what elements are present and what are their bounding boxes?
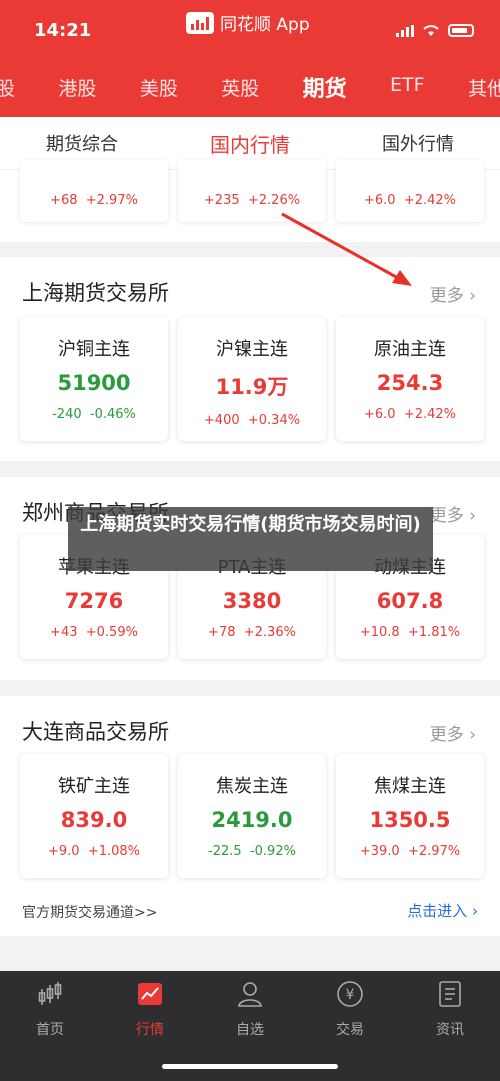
- official-channel-link[interactable]: 官方期货交易通道>>: [22, 902, 157, 922]
- chevron-right-icon: ›: [469, 725, 476, 745]
- change-value: +43: [50, 625, 78, 640]
- svg-text:¥: ¥: [346, 987, 355, 1003]
- more-label: 更多: [429, 725, 464, 745]
- quote-price: 607.8: [376, 589, 444, 613]
- more-link[interactable]: 更多 ›: [430, 501, 476, 526]
- change-value: +10.8: [359, 625, 400, 640]
- tab-trade[interactable]: ¥ 交易: [310, 979, 390, 1039]
- change-percent: +1.81%: [407, 625, 461, 640]
- candlestick-icon: [38, 982, 62, 1005]
- quote-card-dce-coke[interactable]: 焦炭主连 2419.0 -22.5 -0.92%: [178, 754, 326, 878]
- quote-price: 3380: [222, 589, 282, 613]
- chevron-right-icon: ›: [469, 506, 476, 526]
- quote-price: 839.0: [60, 808, 128, 832]
- tab-label: 首页: [36, 1022, 64, 1038]
- change-value: +39.0: [359, 844, 400, 859]
- tab-watchlist[interactable]: 自选: [210, 979, 290, 1039]
- quote-card-dce-coking-coal[interactable]: 焦煤主连 1350.5 +39.0 +2.97%: [336, 754, 484, 878]
- caption-overlay: 上海期货实时交易行情(期货市场交易时间): [68, 507, 433, 571]
- home-indicator[interactable]: [162, 1064, 338, 1069]
- quote-card-dce-iron[interactable]: 铁矿主连 839.0 +9.0 +1.08%: [20, 754, 168, 878]
- change-percent: +0.59%: [85, 625, 138, 640]
- quote-price: 1350.5: [369, 808, 451, 832]
- section-dce: 大连商品交易所 更多 › 铁矿主连 839.0 +9.0 +1.08% 焦炭主连…: [0, 696, 500, 936]
- change-value: +78: [208, 625, 236, 640]
- chevron-right-icon: ›: [472, 902, 478, 920]
- quote-name: 焦煤主连: [374, 776, 446, 797]
- quote-name: 铁矿主连: [58, 776, 130, 797]
- yen-icon: ¥: [337, 981, 363, 1007]
- change-value: -22.5: [208, 844, 242, 859]
- quote-change: +39.0 +2.97%: [336, 844, 484, 859]
- tab-label: 资讯: [436, 1022, 464, 1038]
- quote-price: 7276: [64, 589, 124, 613]
- tab-label: 交易: [336, 1022, 364, 1038]
- enter-link[interactable]: 点击进入 ›: [407, 900, 478, 921]
- section-title: 大连商品交易所: [22, 720, 169, 744]
- more-label: 更多: [429, 506, 464, 526]
- more-link[interactable]: 更多 ›: [430, 720, 476, 745]
- change-percent: -0.92%: [249, 844, 296, 859]
- quote-change: +10.8 +1.81%: [336, 625, 484, 640]
- tab-news[interactable]: 资讯: [410, 979, 490, 1039]
- tab-label: 行情: [136, 1022, 164, 1038]
- user-icon: [238, 982, 262, 1007]
- change-percent: +2.36%: [243, 625, 296, 640]
- change-value: +9.0: [47, 844, 80, 859]
- tab-market[interactable]: 行情: [110, 979, 190, 1039]
- quote-change: +78 +2.36%: [178, 625, 326, 640]
- tab-label: 自选: [236, 1022, 264, 1038]
- enter-label: 点击进入: [407, 902, 468, 920]
- quote-price: 2419.0: [211, 808, 293, 832]
- quote-change: +43 +0.59%: [20, 625, 168, 640]
- quote-name: 焦炭主连: [216, 776, 288, 797]
- chart-icon: [138, 983, 162, 1005]
- tab-home[interactable]: 首页: [10, 979, 90, 1039]
- change-percent: +1.08%: [87, 844, 141, 859]
- quote-change: +9.0 +1.08%: [20, 844, 168, 859]
- quote-change: -22.5 -0.92%: [178, 844, 326, 859]
- change-percent: +2.97%: [407, 844, 461, 859]
- news-icon: [439, 981, 461, 1007]
